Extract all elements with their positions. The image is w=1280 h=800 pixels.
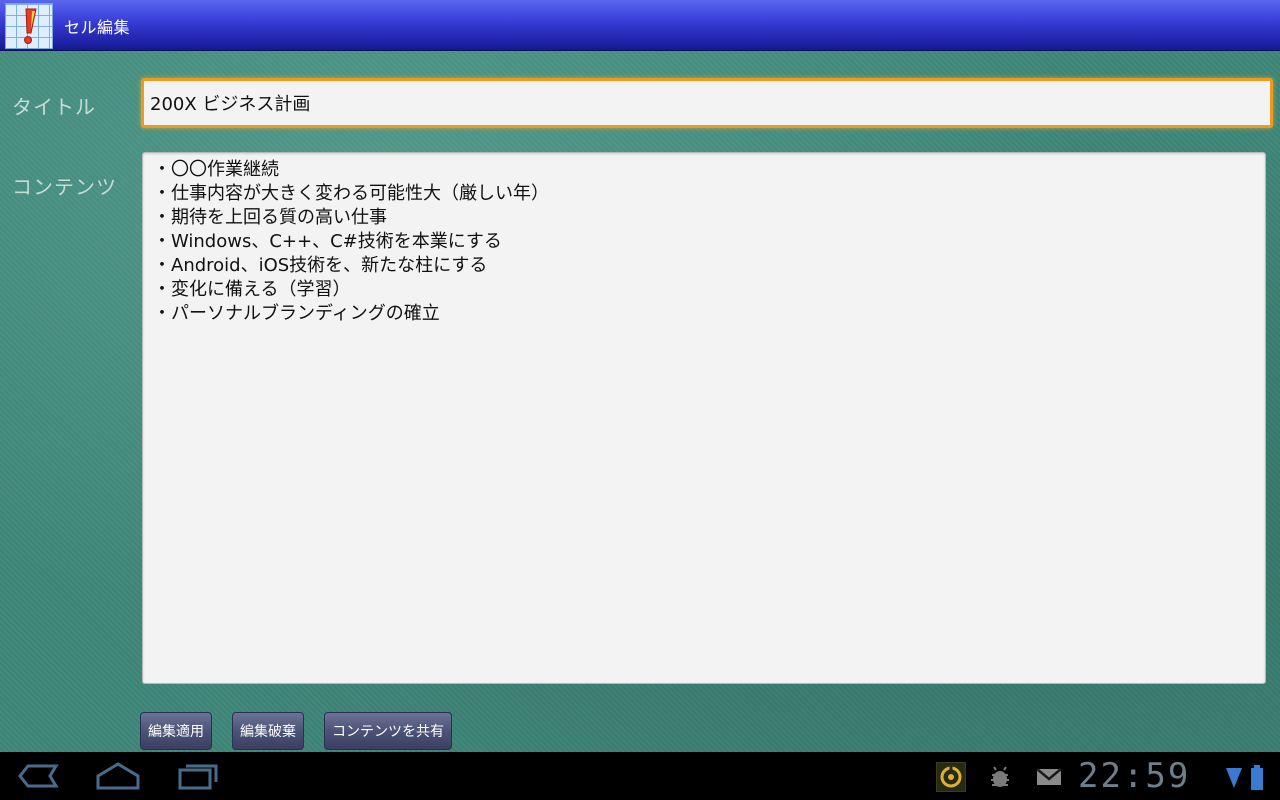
contents-textarea[interactable]: ・〇〇作業継続 ・仕事内容が大きく変わる可能性大（厳しい年） ・期待を上回る質の…	[142, 152, 1266, 684]
apply-edit-button[interactable]: 編集適用	[140, 712, 212, 750]
wifi-icon	[1226, 768, 1242, 788]
title-label: タイトル	[12, 95, 96, 119]
contents-line: ・変化に備える（学習）	[153, 279, 351, 300]
android-debug-icon[interactable]	[985, 762, 1015, 792]
home-icon[interactable]	[94, 760, 142, 792]
app-title: セル編集	[64, 18, 131, 37]
contents-line: ・期待を上回る質の高い仕事	[153, 207, 387, 228]
battery-icon	[1251, 765, 1263, 790]
sync-icon[interactable]	[936, 762, 966, 792]
contents-line: ・〇〇作業継続	[153, 159, 279, 180]
contents-label: コンテンツ	[12, 175, 117, 199]
discard-edit-button[interactable]: 編集破棄	[232, 712, 304, 750]
recent-apps-icon[interactable]	[174, 760, 222, 792]
gmail-icon[interactable]	[1034, 762, 1064, 792]
action-bar: セル編集	[0, 0, 1280, 51]
share-contents-button[interactable]: コンテンツを共有	[324, 712, 452, 750]
contents-line: ・Windows、C++、C#技術を本業にする	[153, 231, 502, 252]
back-icon[interactable]	[14, 760, 62, 792]
contents-line: ・仕事内容が大きく変わる可能性大（厳しい年）	[153, 183, 549, 204]
contents-line: ・Android、iOS技術を、新たな柱にする	[153, 255, 488, 276]
system-bar: 22:59	[0, 752, 1280, 800]
exclamation-icon	[24, 8, 37, 44]
title-input[interactable]	[141, 78, 1273, 128]
status-clock: 22:59	[1078, 756, 1191, 796]
contents-line: ・パーソナルブランディングの確立	[153, 303, 440, 324]
app-icon[interactable]	[5, 3, 53, 49]
